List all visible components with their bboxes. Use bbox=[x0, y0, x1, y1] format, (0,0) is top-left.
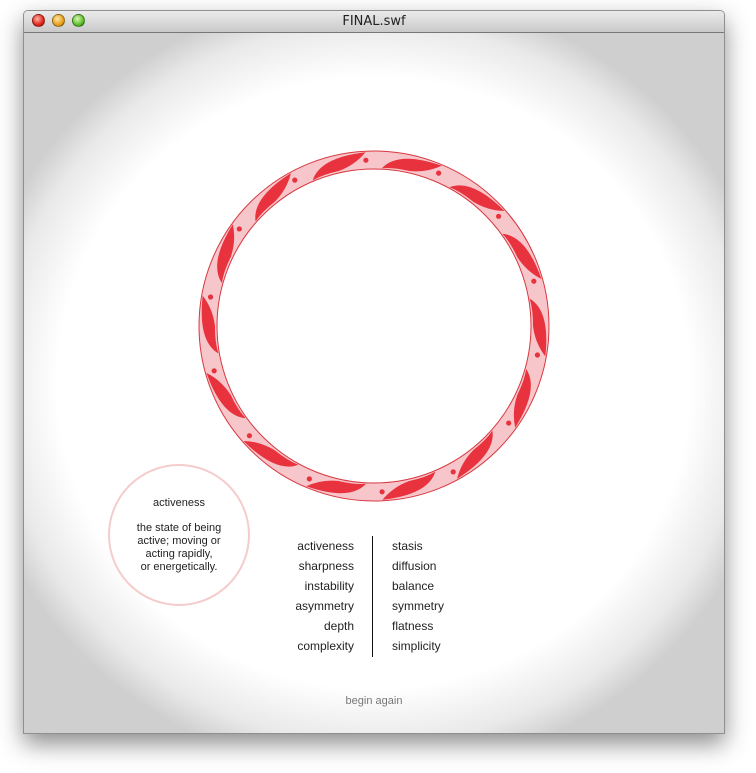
term-asymmetry[interactable]: asymmetry bbox=[254, 596, 354, 616]
term-flatness[interactable]: flatness bbox=[392, 616, 502, 636]
term-balance[interactable]: balance bbox=[392, 576, 502, 596]
pair-divider bbox=[372, 536, 373, 657]
term-activeness[interactable]: activeness bbox=[254, 536, 354, 556]
ring-dot bbox=[495, 213, 502, 219]
ring-dot bbox=[506, 420, 512, 426]
term-depth[interactable]: depth bbox=[254, 616, 354, 636]
term-simplicity[interactable]: simplicity bbox=[392, 636, 502, 656]
ring-dot bbox=[207, 294, 214, 300]
term-complexity[interactable]: complexity bbox=[254, 636, 354, 656]
definition-text: the state of being active; moving or act… bbox=[132, 522, 226, 574]
definition-line: active; moving or bbox=[137, 535, 221, 547]
ring-dot bbox=[531, 278, 537, 284]
definition-line: acting rapidly, bbox=[145, 548, 213, 560]
ring-dot bbox=[379, 489, 385, 495]
title-bar: FINAL.swf bbox=[24, 11, 724, 33]
ring-dot bbox=[534, 352, 541, 358]
definition-line: or energetically. bbox=[140, 561, 218, 573]
definition-line: the state of being bbox=[136, 522, 222, 534]
definition-bubble: activeness the state of being active; mo… bbox=[108, 464, 250, 606]
ring-dot bbox=[236, 226, 242, 232]
window-title: FINAL.swf bbox=[342, 14, 406, 29]
ring-dot bbox=[292, 177, 298, 183]
term-stasis[interactable]: stasis bbox=[392, 536, 502, 556]
definition-word: activeness bbox=[153, 497, 205, 509]
term-sharpness[interactable]: sharpness bbox=[254, 556, 354, 576]
flash-stage: activeness the state of being active; mo… bbox=[24, 33, 724, 733]
quality-list-left: activeness sharpness instability asymmet… bbox=[254, 536, 354, 656]
ring-dot bbox=[211, 368, 217, 374]
ring-dot bbox=[363, 157, 369, 163]
term-symmetry[interactable]: symmetry bbox=[392, 596, 502, 616]
ring-dot bbox=[450, 469, 456, 475]
quality-list-right: stasis diffusion balance symmetry flatne… bbox=[392, 536, 502, 656]
term-diffusion[interactable]: diffusion bbox=[392, 556, 502, 576]
ring-dot bbox=[436, 170, 442, 176]
ring-inner-edge bbox=[216, 168, 532, 484]
ring-dot bbox=[246, 433, 253, 439]
app-window: FINAL.swf activeness the state of being … bbox=[23, 10, 725, 734]
rhythm-ring[interactable] bbox=[24, 33, 724, 733]
begin-again-link[interactable]: begin again bbox=[324, 695, 424, 707]
term-instability[interactable]: instability bbox=[254, 576, 354, 596]
ring-dot bbox=[306, 476, 312, 482]
